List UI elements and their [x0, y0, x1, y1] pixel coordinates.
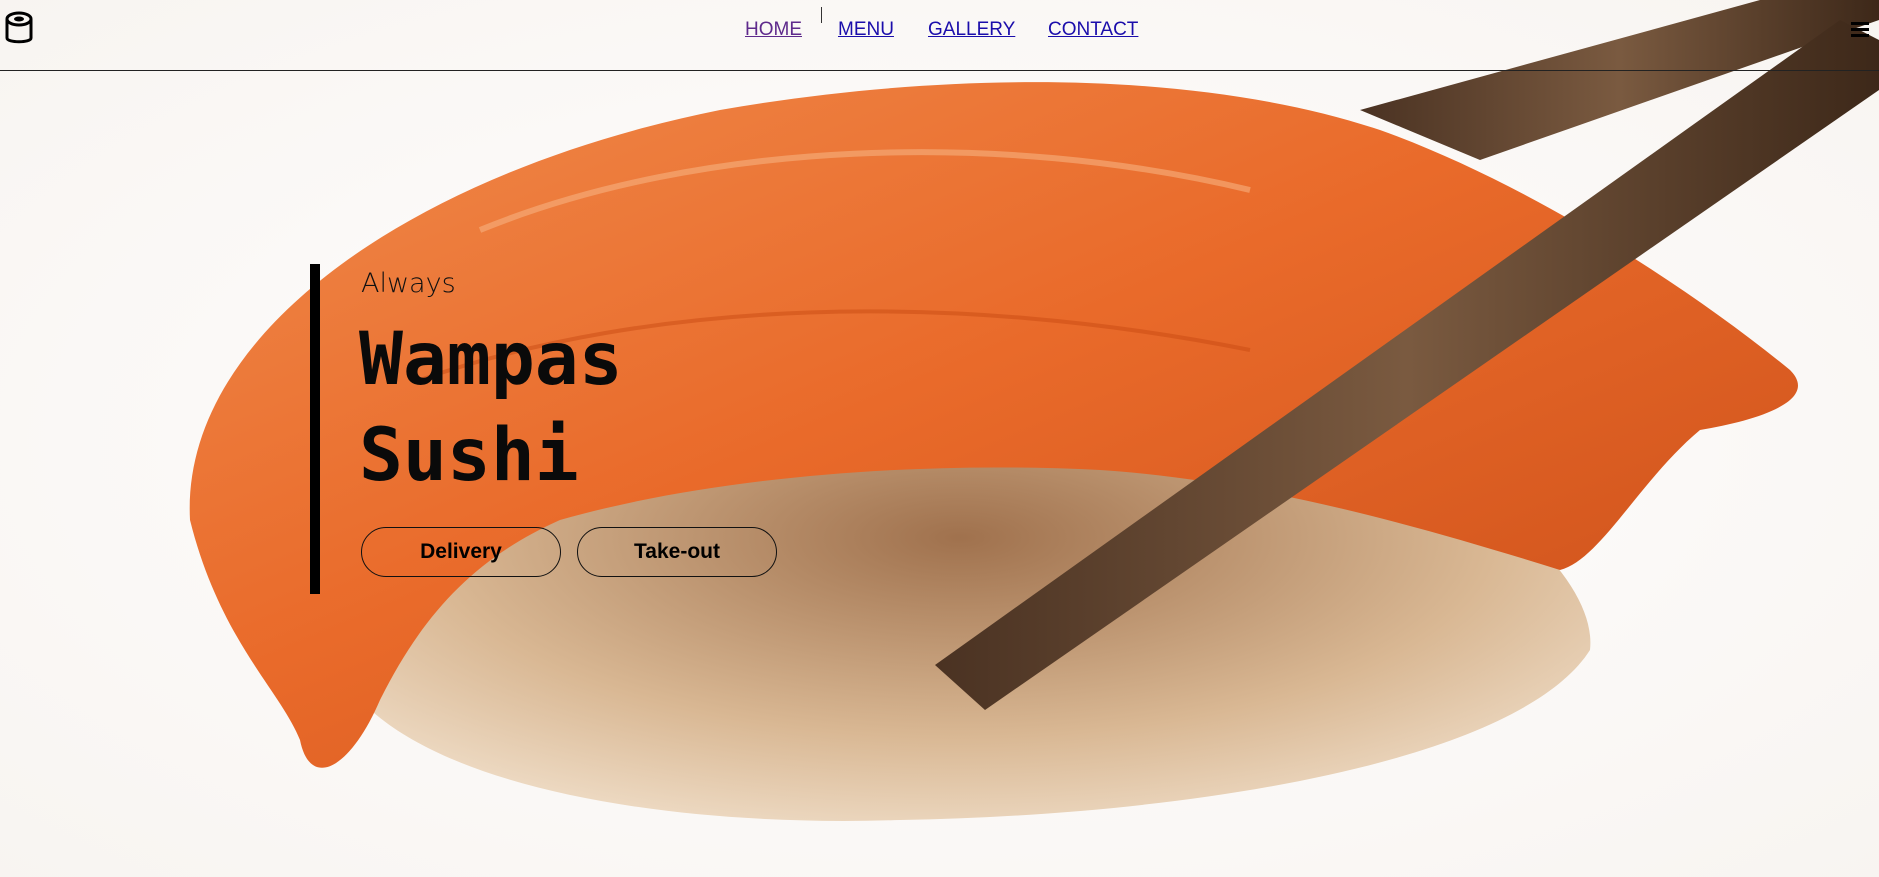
hero-title: Wampas Sushi	[359, 312, 623, 504]
takeout-button[interactable]: Take-out	[577, 527, 777, 577]
accent-bar	[310, 264, 320, 594]
hero-title-line-2: Sushi	[359, 413, 579, 498]
hero-eyebrow: Always	[361, 268, 456, 299]
hamburger-menu-icon[interactable]	[1849, 18, 1871, 40]
nav-link-contact[interactable]: CONTACT	[1048, 19, 1138, 41]
hero-background-image	[0, 0, 1879, 877]
top-navigation-bar: HOME MENU GALLERY CONTACT	[0, 0, 1879, 71]
nav-link-menu[interactable]: MENU	[838, 19, 894, 41]
main-nav: HOME MENU GALLERY CONTACT	[0, 7, 1879, 43]
delivery-button[interactable]: Delivery	[361, 527, 561, 577]
hero-content: Always Wampas Sushi Delivery Take-out	[310, 264, 810, 594]
nav-separator	[821, 7, 822, 23]
hero-title-line-1: Wampas	[359, 317, 623, 402]
nav-link-home[interactable]: HOME	[745, 19, 802, 41]
nav-link-gallery[interactable]: GALLERY	[928, 19, 1015, 41]
